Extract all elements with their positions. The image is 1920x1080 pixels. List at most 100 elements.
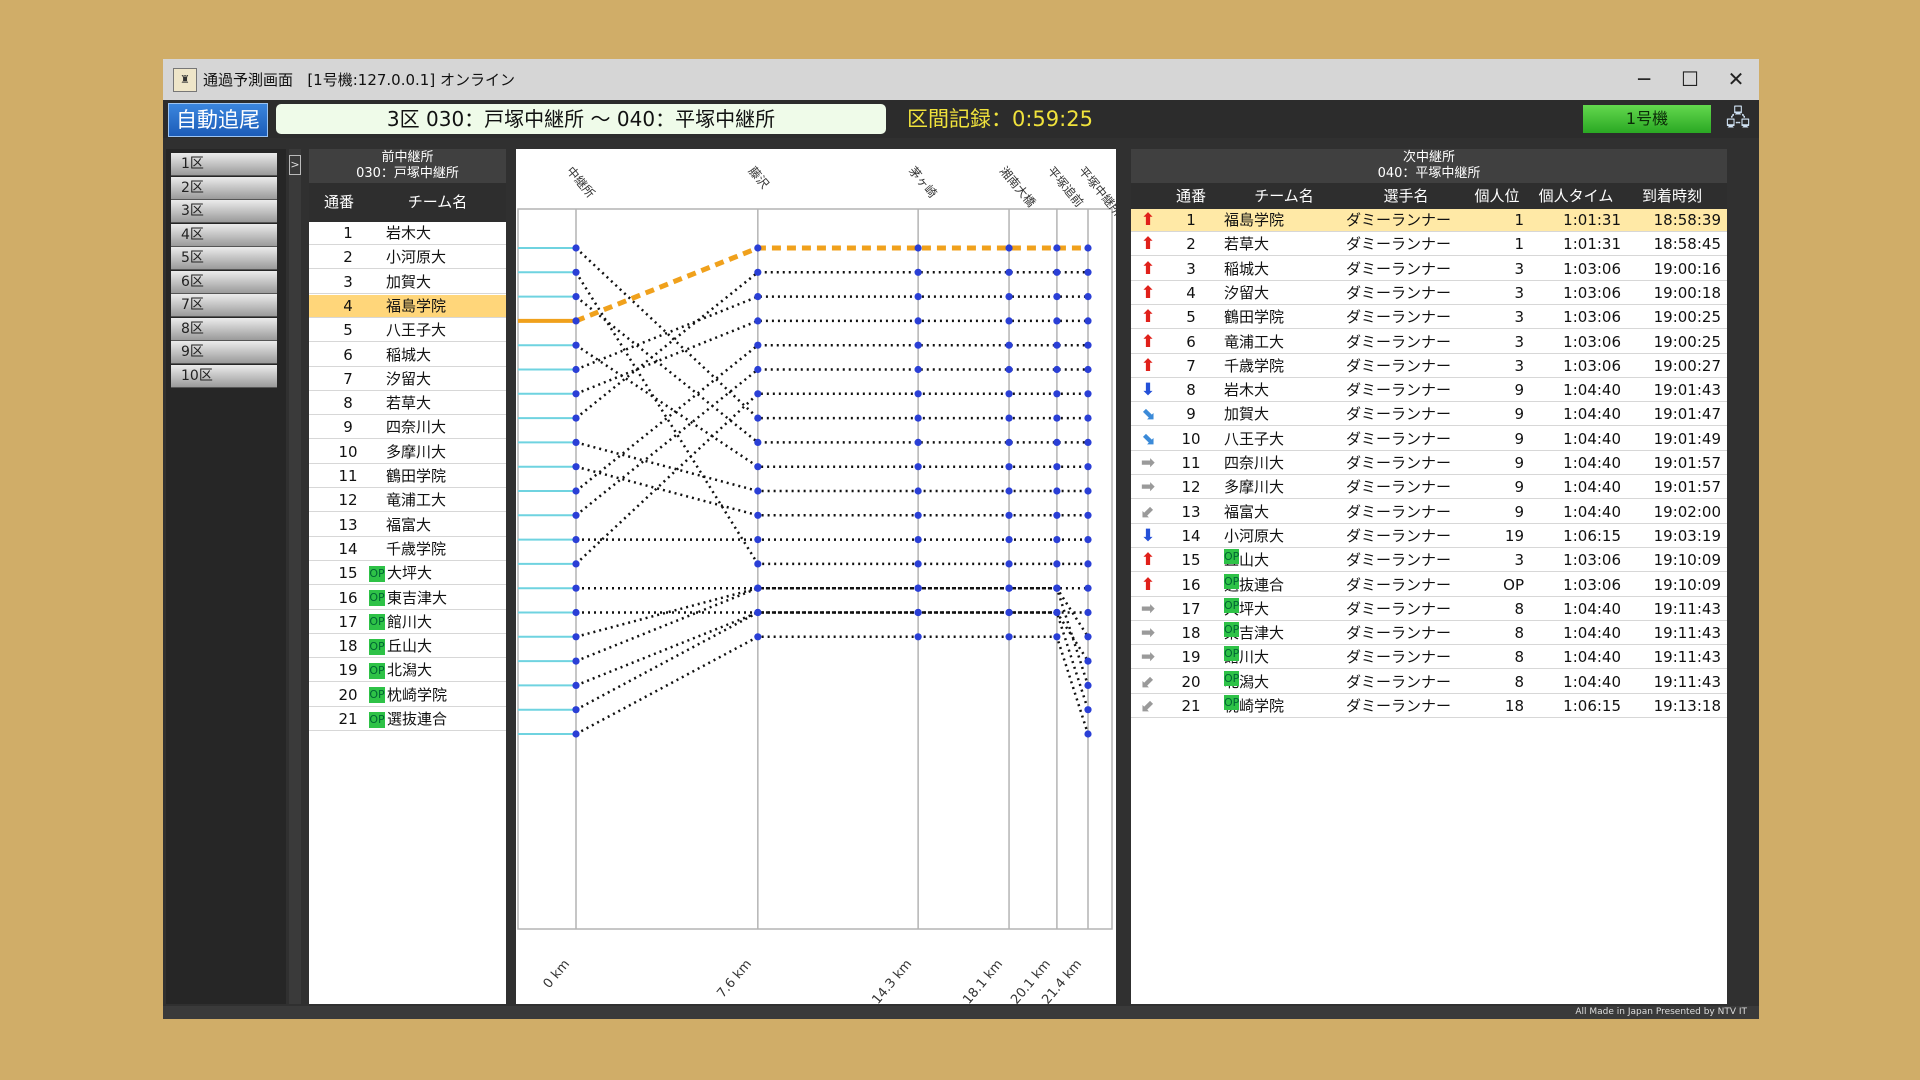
arrival-time: 19:10:09 — [1653, 551, 1721, 570]
prev-team-row[interactable]: 11 鶴田学院 — [309, 465, 506, 488]
prev-team-row[interactable]: 8 若草大 — [309, 392, 506, 416]
next-team-row[interactable]: ⬆ 6 竜浦工大 ダミーランナー 3 1:03:06 19:00:25 — [1131, 331, 1727, 354]
prev-team-row[interactable]: 9 四奈川大 — [309, 416, 506, 440]
personal-rank: 3 — [1514, 259, 1524, 278]
personal-time: 1:03:06 — [1563, 283, 1621, 302]
prev-team-row[interactable]: 16 OP 東吉津大 — [309, 587, 506, 610]
prev-team-row[interactable]: 1 岩木大 — [309, 222, 506, 245]
prev-team-row[interactable]: 17 OP 館川大 — [309, 611, 506, 634]
arrival-time: 19:11:43 — [1653, 599, 1721, 618]
team-name: 丘山大 — [387, 637, 433, 656]
team-name: 稲城大 — [386, 345, 432, 364]
op-badge: OP — [369, 590, 385, 606]
section-item[interactable]: 7区 — [171, 294, 277, 317]
next-team-row[interactable]: ⬋ 21 OP 枕崎学院 ダミーランナー 18 1:06:15 19:13:18 — [1131, 695, 1727, 718]
personal-time: 1:03:06 — [1563, 551, 1621, 570]
prev-team-row[interactable]: 6 稲城大 — [309, 344, 506, 367]
network-icon[interactable]: 🖧 — [1724, 106, 1752, 132]
team-dot — [1084, 341, 1092, 349]
section-item[interactable]: 10区 — [171, 364, 277, 388]
team-name: 千歳学院 — [386, 539, 447, 558]
prev-team-row[interactable]: 18 OP 丘山大 — [309, 635, 506, 659]
team-dot — [754, 268, 762, 276]
prev-team-row[interactable]: 14 千歳学院 — [309, 538, 506, 561]
next-team-row[interactable]: ➡ 11 四奈川大 ダミーランナー 9 1:04:40 19:01:57 — [1131, 452, 1727, 475]
unit-button[interactable]: 1号機 — [1583, 105, 1711, 133]
next-team-row[interactable]: ⬆ 2 若草大 ダミーランナー 1 1:01:31 18:58:45 — [1131, 233, 1727, 257]
arrival-time: 19:11:43 — [1653, 672, 1721, 691]
section-item[interactable]: 4区 — [171, 223, 277, 247]
prev-station-panel: 前中継所 030：戸塚中継所 通番 チーム名 1 岩木大 2 小河原大 3 加賀大 4 福島学… — [309, 149, 506, 1004]
next-team-row[interactable]: ⬊ 10 八王子大 ダミーランナー 9 1:04:40 19:01:49 — [1131, 428, 1727, 451]
section-item[interactable]: 3区 — [171, 200, 277, 223]
next-team-row[interactable]: ⬆ 4 汐留大 ダミーランナー 3 1:03:06 19:00:18 — [1131, 282, 1727, 305]
maximize-button[interactable]: ☐ — [1667, 64, 1713, 94]
next-team-row[interactable]: ⬆ 5 鶴田学院 ダミーランナー 3 1:03:06 19:00:25 — [1131, 306, 1727, 330]
next-team-row[interactable]: ➡ 18 OP 東吉津大 ダミーランナー 8 1:04:40 19:11:43 — [1131, 622, 1727, 646]
op-badge: OP — [369, 711, 385, 728]
section-item[interactable]: 6区 — [171, 270, 277, 294]
section-item[interactable]: 5区 — [171, 247, 277, 270]
personal-time: 1:03:06 — [1563, 356, 1621, 375]
checkpoint-label: 中継所 — [564, 163, 599, 200]
trend-flat-icon: ➡ — [1140, 647, 1156, 668]
arrival-time: 18:58:39 — [1653, 211, 1721, 229]
prev-team-row[interactable]: 2 小河原大 — [309, 246, 506, 270]
personal-rank: 9 — [1514, 405, 1524, 424]
next-team-row[interactable]: ⬆ 15 OP 丘山大 ダミーランナー 3 1:03:06 19:10:09 — [1131, 549, 1727, 573]
prev-team-row[interactable]: 13 福富大 — [309, 514, 506, 537]
prev-station-name: 030：戸塚中継所 — [356, 166, 459, 181]
close-button[interactable]: ✕ — [1713, 64, 1759, 94]
team-dot — [1053, 584, 1061, 592]
team-line — [575, 295, 1088, 371]
col-prank-header: 個人位 — [1474, 187, 1520, 205]
next-team-row[interactable]: ➡ 19 OP 館川大 ダミーランナー 8 1:04:40 19:11:43 — [1131, 646, 1727, 670]
team-dot — [1005, 608, 1013, 617]
prev-team-row[interactable]: 4 福島学院 — [309, 294, 506, 318]
prev-team-row[interactable]: 12 竜浦工大 — [309, 489, 506, 513]
prev-team-row[interactable]: 19 OP 北潟大 — [309, 659, 506, 683]
team-name: 大坪大 — [387, 564, 433, 583]
next-team-row[interactable]: ⬆ 7 千歳学院 ダミーランナー 3 1:03:06 19:00:27 — [1131, 355, 1727, 378]
team-dot — [1005, 244, 1013, 252]
section-item[interactable]: 1区 — [171, 153, 277, 176]
next-team-row[interactable]: ⬊ 9 加賀大 ダミーランナー 9 1:04:40 19:01:47 — [1131, 403, 1727, 427]
collapse-icon[interactable]: > — [289, 155, 301, 175]
team-dot — [914, 390, 922, 398]
next-team-row[interactable]: ⬆ 16 OP 選抜連合 ダミーランナー OP 1:03:06 19:10:09 — [1131, 573, 1727, 597]
prev-team-row[interactable]: 10 多摩川大 — [309, 441, 506, 464]
next-team-row[interactable]: ⬇ 8 岩木大 ダミーランナー 9 1:04:40 19:01:43 — [1131, 379, 1727, 403]
arrival-time: 19:01:49 — [1653, 429, 1721, 448]
team-name: 福島学院 — [1224, 211, 1285, 229]
status-bar: All Made in Japan Presented by NTV IT — [163, 1006, 1759, 1019]
section-item[interactable]: 9区 — [171, 341, 277, 364]
team-dot — [1005, 560, 1013, 568]
arrival-time: 19:01:43 — [1653, 381, 1721, 400]
team-dot — [914, 244, 922, 252]
team-dot — [1084, 681, 1092, 690]
next-team-row[interactable]: ➡ 12 多摩川大 ダミーランナー 9 1:04:40 19:01:57 — [1131, 476, 1727, 500]
next-team-row[interactable]: ⬇ 14 小河原大 ダミーランナー 19 1:06:15 19:03:19 — [1131, 525, 1727, 548]
section-item[interactable]: 8区 — [171, 317, 277, 341]
team-number: 14 — [1181, 526, 1201, 545]
prev-team-row[interactable]: 7 汐留大 — [309, 368, 506, 391]
runner-name: ダミーランナー — [1346, 551, 1452, 570]
prev-team-row[interactable]: 3 加賀大 — [309, 271, 506, 294]
section-item[interactable]: 2区 — [171, 176, 277, 200]
next-team-row[interactable]: ⬆ 3 稲城大 ダミーランナー 3 1:03:06 19:00:16 — [1131, 258, 1727, 281]
minimize-button[interactable]: ─ — [1621, 64, 1667, 94]
prev-team-row[interactable]: 5 八王子大 — [309, 319, 506, 343]
personal-rank: 8 — [1514, 672, 1524, 691]
auto-follow-button[interactable]: 自動追尾 — [168, 103, 268, 137]
collapse-panel[interactable]: > — [289, 149, 301, 1004]
next-team-row[interactable]: ⬋ 20 OP 北潟大 ダミーランナー 8 1:04:40 19:11:43 — [1131, 670, 1727, 694]
next-team-row[interactable]: ➡ 17 OP 大坪大 ダミーランナー 8 1:04:40 19:11:43 — [1131, 597, 1727, 621]
prev-team-row[interactable]: 21 OP 選抜連合 — [309, 708, 506, 731]
runner-name: ダミーランナー — [1346, 478, 1452, 497]
prev-team-row[interactable]: 15 OP 大坪大 — [309, 562, 506, 586]
next-team-row[interactable]: ⬆ 1 福島学院 ダミーランナー 1 1:01:31 18:58:39 — [1131, 209, 1727, 232]
next-station-panel: 次中継所 040：平塚中継所 通番 チーム名 選手名 個人位 個人タイム 到着時… — [1131, 149, 1727, 1004]
team-name: OP 枕崎学院 — [1224, 695, 1344, 718]
prev-team-row[interactable]: 20 OP 枕崎学院 — [309, 684, 506, 707]
next-team-row[interactable]: ⬋ 13 福富大 ダミーランナー 9 1:04:40 19:02:00 — [1131, 501, 1727, 524]
